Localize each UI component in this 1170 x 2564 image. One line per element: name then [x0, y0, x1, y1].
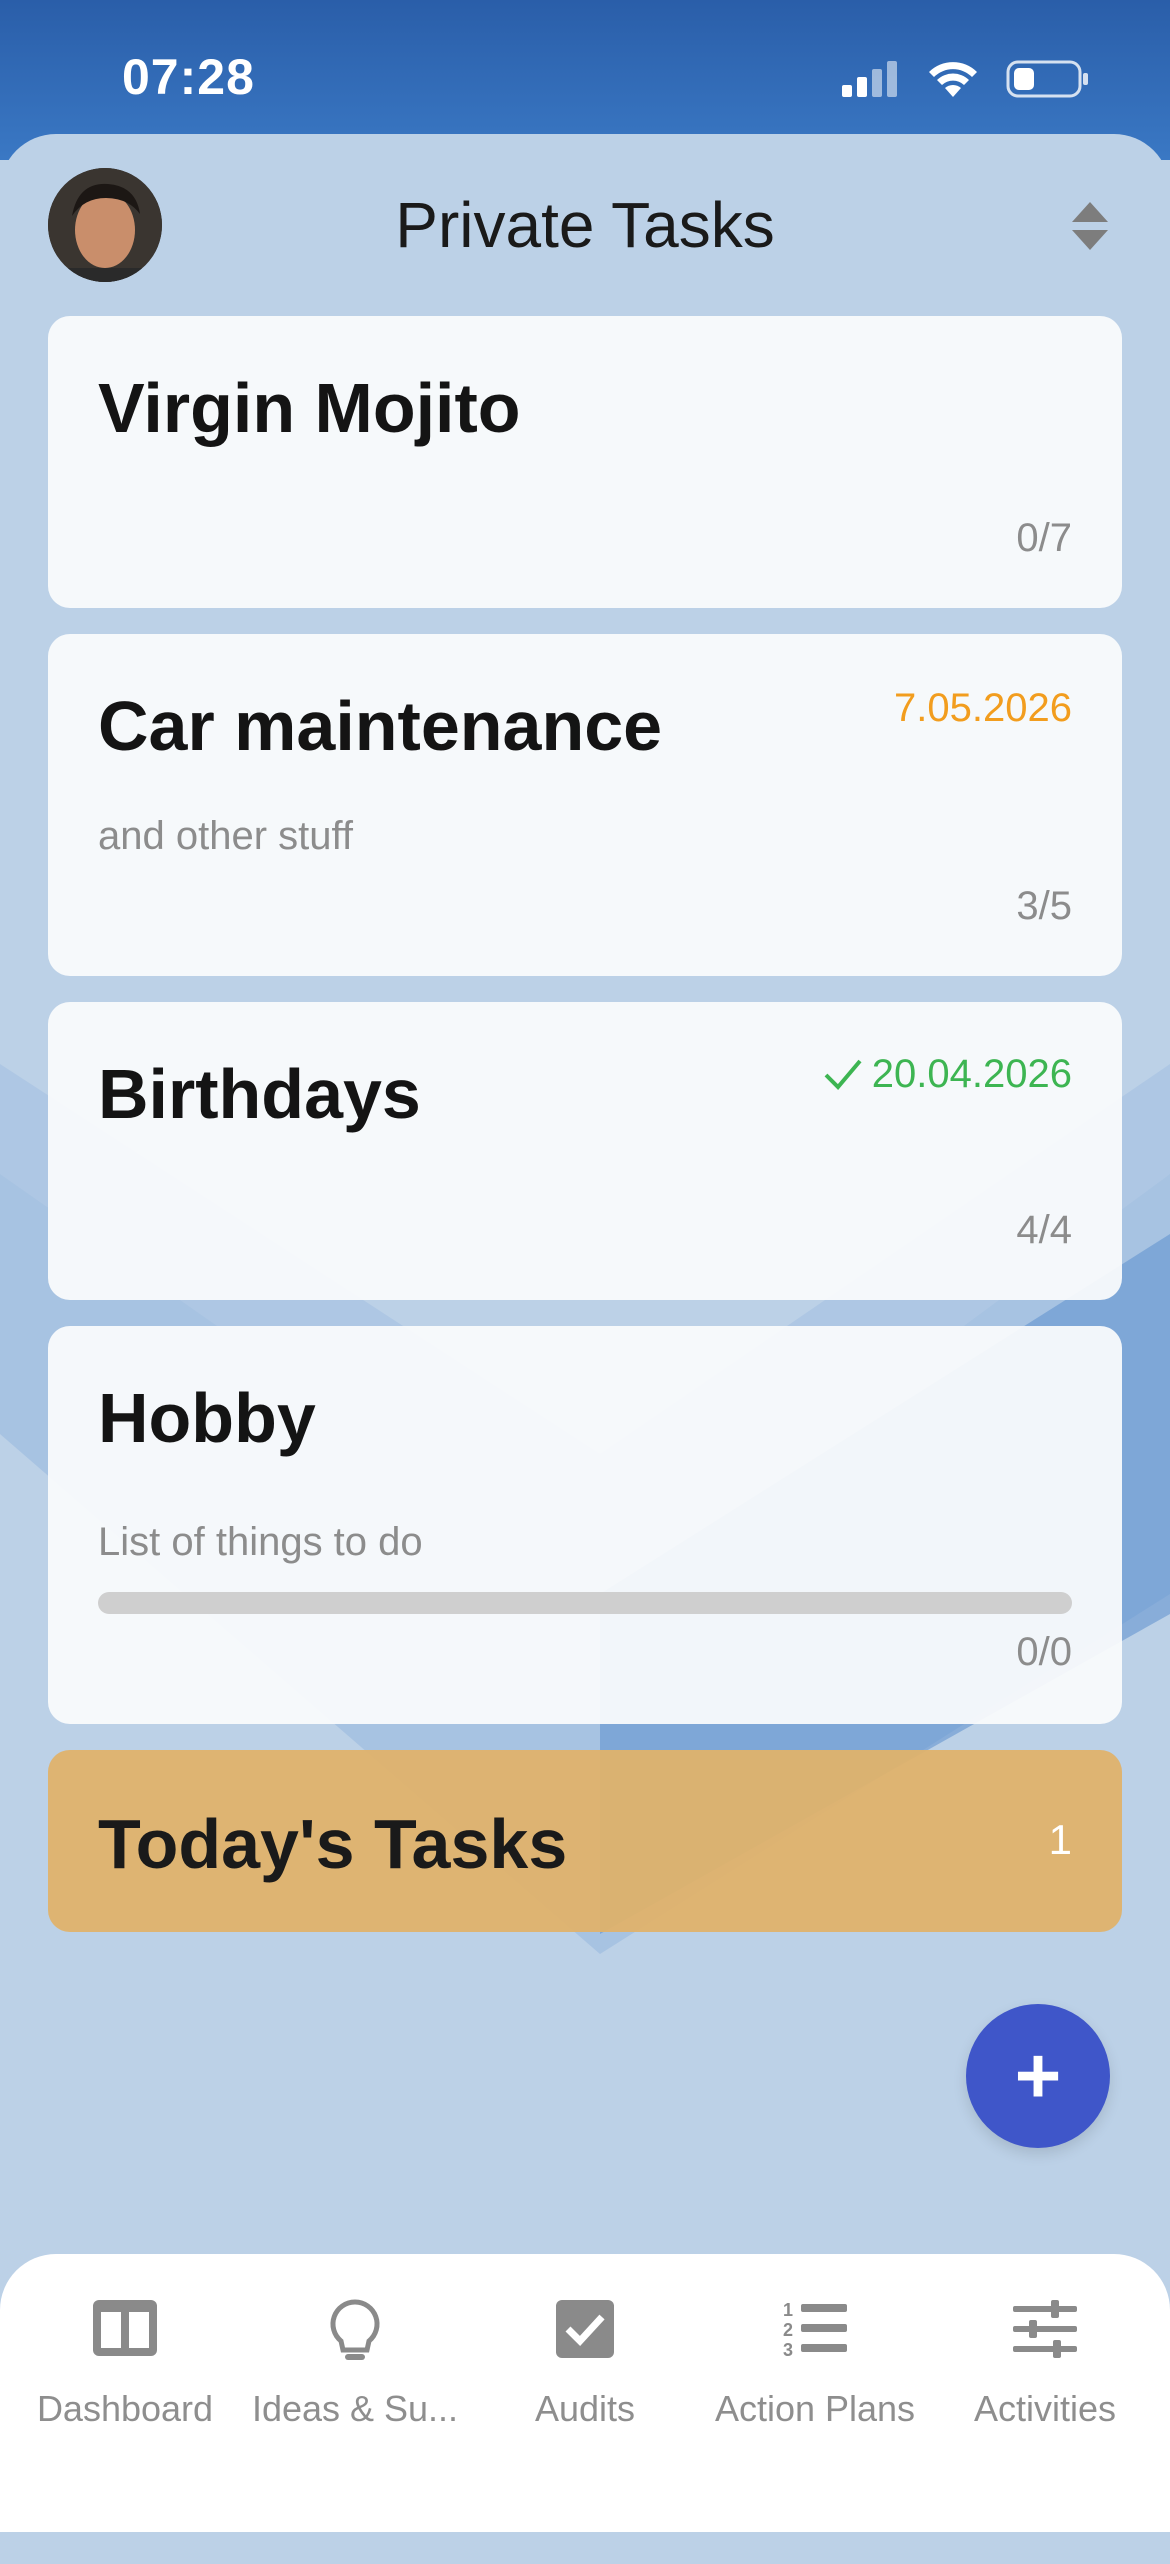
tab-action-plans[interactable]: 1 2 3 Action Plans: [698, 2254, 932, 2454]
card-title: Hobby: [98, 1379, 316, 1457]
numbered-list-icon: 1 2 3: [783, 2300, 847, 2360]
card-title: Virgin Mojito: [98, 369, 521, 447]
tab-label: Activities: [973, 2388, 1117, 2429]
card-subtitle: List of things to do: [98, 1520, 423, 1564]
header: Private Tasks: [0, 134, 1170, 314]
svg-text:2: 2: [783, 2320, 793, 2340]
dashboard-icon: [93, 2300, 157, 2356]
plus-icon: +: [1014, 2031, 1062, 2120]
svg-text:3: 3: [783, 2340, 793, 2360]
task-list-card[interactable]: Hobby List of things to do 0/0: [48, 1326, 1122, 1724]
svg-text:1: 1: [783, 2300, 793, 2320]
card-progress-count: 0/0: [1016, 1630, 1072, 1674]
todays-tasks-count: 1: [1048, 1816, 1072, 1863]
card-progress-count: 4/4: [1016, 1208, 1072, 1252]
todays-tasks-card[interactable]: Today's Tasks 1: [48, 1750, 1122, 1932]
signal-icon: [842, 61, 897, 97]
card-due-date-text: 20.04.2026: [871, 1052, 1072, 1096]
card-progress-count: 0/7: [1016, 516, 1072, 560]
check-icon: [824, 1059, 862, 1090]
task-list-card[interactable]: Car maintenance 7.05.2026 and other stuf…: [48, 634, 1122, 976]
tab-dashboard[interactable]: Dashboard: [8, 2254, 242, 2454]
card-progress-count: 3/5: [1016, 884, 1072, 928]
tab-audits[interactable]: Audits: [468, 2254, 702, 2454]
card-title: Birthdays: [98, 1055, 421, 1133]
task-list-card[interactable]: Virgin Mojito 0/7: [48, 316, 1122, 608]
tab-label: Ideas & Su...: [251, 2388, 459, 2429]
tab-label: Audits: [534, 2388, 636, 2429]
tab-label: Action Plans: [714, 2388, 916, 2429]
tab-activities[interactable]: Activities: [928, 2254, 1162, 2454]
status-icons: [840, 54, 1090, 104]
main-sheet: Private Tasks Virgin Mojito 0/7 Car main…: [0, 134, 1170, 2564]
card-due-date: 20.04.2026: [822, 1052, 1072, 1097]
tab-ideas[interactable]: Ideas & Su...: [238, 2254, 472, 2454]
battery-icon: [1006, 60, 1088, 98]
page-title: Private Tasks: [395, 189, 775, 261]
card-title: Car maintenance: [98, 687, 663, 765]
wifi-icon: [929, 62, 977, 97]
todays-tasks-title: Today's Tasks: [98, 1805, 568, 1883]
add-button[interactable]: +: [966, 2004, 1110, 2148]
card-due-date: 7.05.2026: [894, 686, 1072, 730]
progress-bar: [98, 1592, 1072, 1614]
status-time: 07:28: [122, 49, 255, 105]
tab-label: Dashboard: [36, 2388, 214, 2429]
lightbulb-icon: [330, 2299, 380, 2360]
task-list-card[interactable]: Birthdays 20.04.2026 4/4: [48, 1002, 1122, 1300]
card-subtitle: and other stuff: [98, 814, 353, 858]
sort-icon[interactable]: [1070, 200, 1110, 252]
checkbox-icon: [556, 2300, 614, 2358]
tab-bar: Dashboard Ideas & Su... Audits 1 2 3 Act…: [0, 2254, 1170, 2532]
sliders-icon: [1013, 2300, 1077, 2358]
